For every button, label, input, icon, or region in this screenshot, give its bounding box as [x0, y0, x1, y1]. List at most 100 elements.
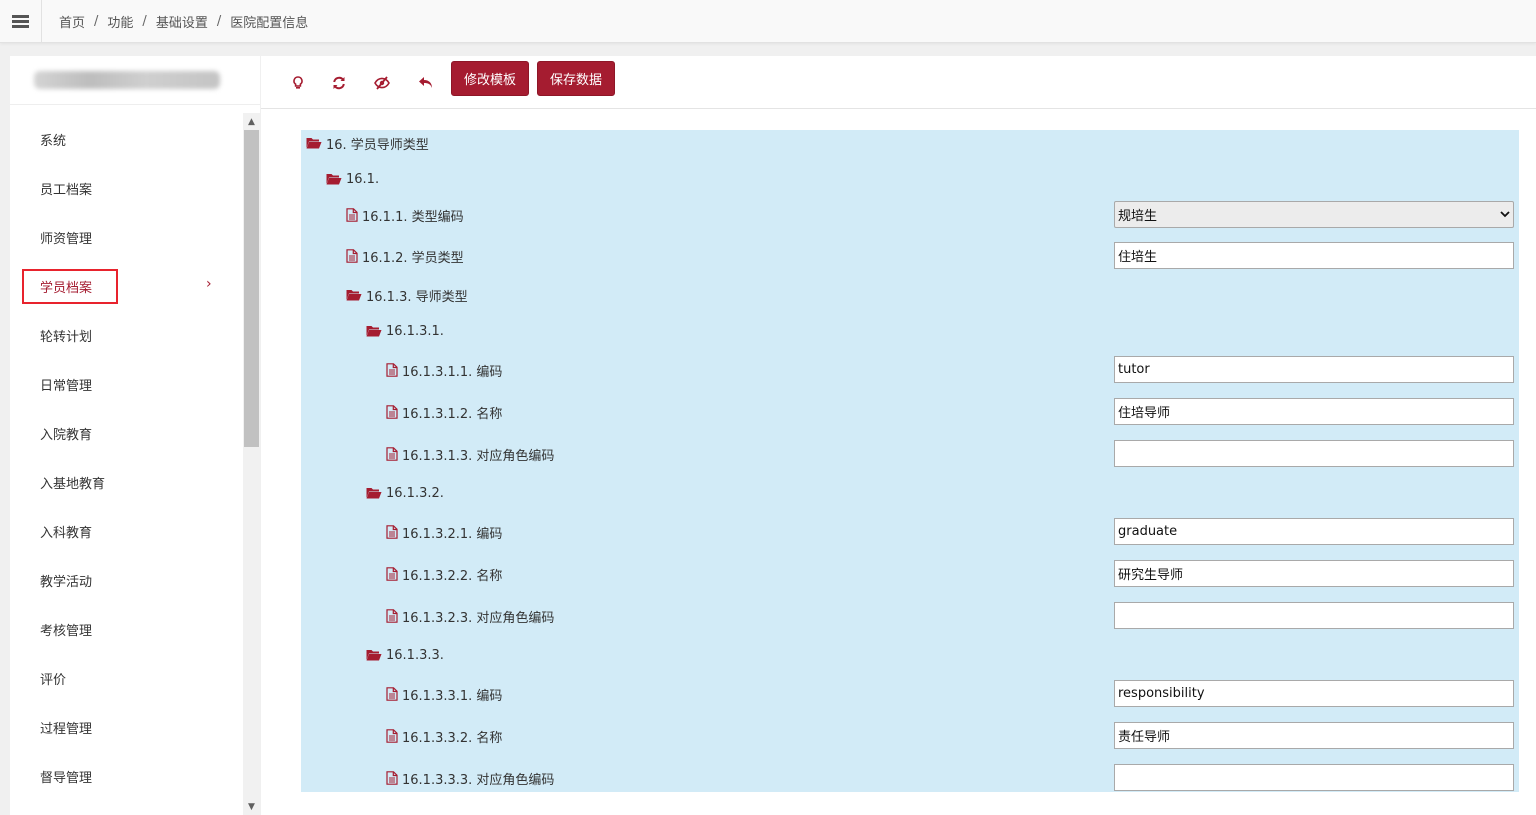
value-input[interactable]: graduate: [1114, 518, 1514, 545]
sidebar-item[interactable]: 入科教育: [10, 507, 243, 556]
tree-node-label: 16.1.3.2.3. 对应角色编码: [402, 610, 555, 626]
lightbulb-icon[interactable]: [285, 70, 311, 96]
file-icon: [386, 609, 398, 623]
sidebar-item[interactable]: 督导管理: [10, 752, 243, 801]
tree-folder-node[interactable]: 16.1.3.1.: [366, 318, 444, 344]
breadcrumb-home[interactable]: 首页: [59, 12, 85, 31]
config-tree: 16. 学员导师类型 16.1. 16.1.1. 类型编码 规培生 16.1.2. 学员…: [301, 130, 1519, 792]
tree-folder-node[interactable]: 16.1.3.2.: [366, 480, 444, 506]
refresh-icon[interactable]: [326, 70, 352, 96]
tree-leaf-node[interactable]: 16.1.3.2.1. 编码: [386, 519, 502, 545]
tree-leaf-node[interactable]: 16.1.3.1.1. 编码: [386, 357, 502, 383]
sidebar-item[interactable]: 日常管理: [10, 360, 243, 409]
sidebar-item[interactable]: 员工档案: [10, 164, 243, 213]
folder-open-icon: [346, 289, 362, 301]
field-value: 规培生: [1118, 209, 1158, 224]
type-code-select[interactable]: 规培生: [1114, 201, 1514, 228]
value-input[interactable]: responsibility: [1114, 680, 1514, 707]
value-input[interactable]: tutor: [1114, 356, 1514, 383]
tree-node-label: 16.1.3. 导师类型: [366, 289, 468, 305]
field-value: responsibility: [1118, 686, 1205, 701]
breadcrumb-basic-settings[interactable]: 基础设置: [156, 12, 208, 31]
chevron-down-icon: [1500, 207, 1510, 222]
sidebar-item-label: 教学活动: [40, 575, 93, 590]
tree-folder-node[interactable]: 16.1.3. 导师类型: [346, 282, 468, 308]
sidebar-item-label: 入科教育: [40, 526, 93, 541]
tree-node-label: 16. 学员导师类型: [326, 137, 429, 153]
save-data-button[interactable]: 保存数据: [537, 61, 616, 96]
file-icon: [386, 525, 398, 539]
sidebar-item[interactable]: 系统: [10, 115, 243, 164]
sidebar-item-label: 入院教育: [40, 428, 93, 443]
tree-leaf-node[interactable]: 16.1.3.3.1. 编码: [386, 681, 502, 707]
hamburger-icon: [12, 15, 29, 28]
folder-open-icon: [366, 487, 382, 499]
sidebar-item-label: 入基地教育: [40, 477, 106, 492]
sidebar-item[interactable]: 考核管理: [10, 605, 243, 654]
tree-node-label: 16.1.3.3.3. 对应角色编码: [402, 772, 555, 788]
file-icon: [386, 447, 398, 461]
edit-template-button[interactable]: 修改模板: [451, 61, 530, 96]
breadcrumb-function[interactable]: 功能: [107, 12, 133, 31]
field-value: tutor: [1118, 362, 1150, 377]
folder-open-icon: [326, 173, 342, 185]
file-icon: [386, 363, 398, 377]
value-input[interactable]: 住培导师: [1114, 398, 1514, 425]
value-input[interactable]: [1114, 602, 1514, 629]
value-input[interactable]: [1114, 764, 1514, 791]
hospital-name-blurred: [34, 71, 220, 89]
tree-folder-node[interactable]: 16.1.: [326, 166, 379, 192]
tree-leaf-node[interactable]: 16.1.2. 学员类型: [346, 243, 464, 269]
sidebar-item[interactable]: 轮转计划: [10, 311, 243, 360]
sidebar-item[interactable]: 评价: [10, 654, 243, 703]
field-value: 住培生: [1118, 250, 1158, 265]
folder-open-icon: [306, 137, 322, 149]
scroll-up-arrow-icon[interactable]: ▲: [243, 113, 260, 130]
scroll-down-arrow-icon[interactable]: ▼: [243, 798, 260, 815]
folder-open-icon: [366, 325, 382, 337]
sidebar-item-label: 师资管理: [40, 232, 93, 247]
sidebar-item[interactable]: 入院教育: [10, 409, 243, 458]
scrollbar-thumb[interactable]: [244, 130, 259, 447]
sidebar-item-label: 轮转计划: [40, 330, 93, 345]
main-panel: 修改模板 保存数据 16. 学员导师类型 16.1. 16.1.1. 类型编码 规培生…: [261, 56, 1536, 815]
sidebar-item-label: 系统: [40, 134, 67, 149]
sidebar-nav: 系统员工档案师资管理学员档案 › 轮转计划日常管理入院教育入基地教育入科教育教学活动…: [10, 115, 243, 801]
tree-leaf-node[interactable]: 16.1.3.2.3. 对应角色编码: [386, 603, 554, 629]
sidebar-item-label: 员工档案: [40, 183, 93, 198]
value-input[interactable]: 住培生: [1114, 242, 1514, 269]
tree-node-label: 16.1.3.3.: [386, 647, 444, 663]
chevron-right-icon: ›: [206, 276, 212, 292]
sidebar-header: [10, 56, 260, 105]
sidebar-item[interactable]: 师资管理: [10, 213, 243, 262]
sidebar-item-label: 日常管理: [40, 379, 93, 394]
tree-node-label: 16.1.3.3.1. 编码: [402, 688, 503, 704]
sidebar-item[interactable]: 教学活动: [10, 556, 243, 605]
sidebar-item-label: 评价: [40, 673, 67, 688]
value-input[interactable]: 责任导师: [1114, 722, 1514, 749]
tree-folder-node[interactable]: 16. 学员导师类型: [306, 130, 429, 156]
tree-leaf-node[interactable]: 16.1.3.1.2. 名称: [386, 399, 502, 425]
field-value: 住培导师: [1118, 406, 1171, 421]
sidebar-item[interactable]: 入基地教育: [10, 458, 243, 507]
menu-toggle-button[interactable]: [0, 0, 42, 43]
tree-leaf-node[interactable]: 16.1.1. 类型编码: [346, 202, 464, 228]
value-input[interactable]: [1114, 440, 1514, 467]
eye-slash-icon[interactable]: [369, 70, 395, 96]
tree-folder-node[interactable]: 16.1.3.3.: [366, 642, 444, 668]
active-item-highlight: [22, 269, 118, 304]
field-value: 责任导师: [1118, 730, 1171, 745]
tree-node-label: 16.1.: [346, 171, 380, 187]
sidebar-scrollbar[interactable]: ▲ ▼: [243, 113, 260, 815]
sidebar-item[interactable]: 学员档案 ›: [10, 262, 243, 311]
tree-node-label: 16.1.3.2.1. 编码: [402, 526, 503, 542]
tree-leaf-node[interactable]: 16.1.3.2.2. 名称: [386, 561, 502, 587]
toolbar: 修改模板 保存数据: [261, 56, 1536, 109]
tree-leaf-node[interactable]: 16.1.3.3.3. 对应角色编码: [386, 765, 554, 791]
tree-node-label: 16.1.3.1.3. 对应角色编码: [402, 448, 555, 464]
tree-leaf-node[interactable]: 16.1.3.1.3. 对应角色编码: [386, 441, 554, 467]
tree-leaf-node[interactable]: 16.1.3.3.2. 名称: [386, 723, 502, 749]
undo-icon[interactable]: [413, 70, 439, 96]
value-input[interactable]: 研究生导师: [1114, 560, 1514, 587]
sidebar-item[interactable]: 过程管理: [10, 703, 243, 752]
